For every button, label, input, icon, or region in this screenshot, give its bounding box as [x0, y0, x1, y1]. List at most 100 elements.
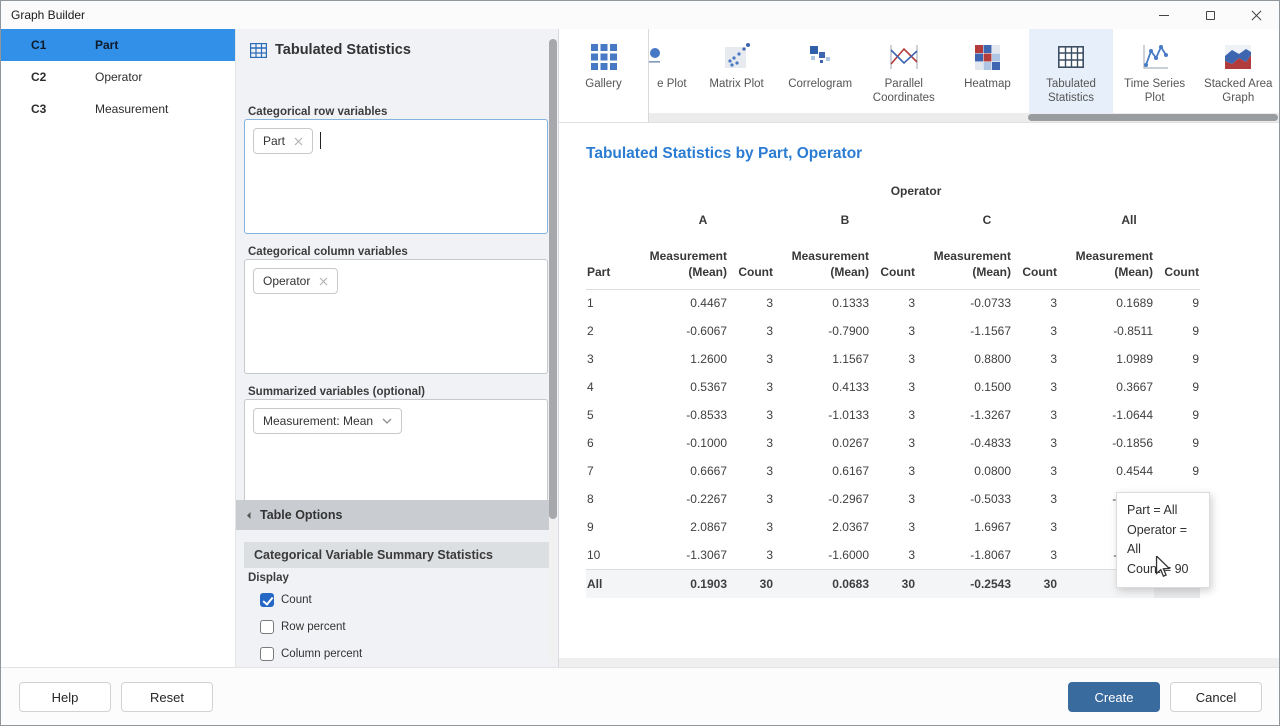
table-cell[interactable]: -1.0644: [1058, 401, 1154, 429]
table-cell[interactable]: -0.5033: [916, 485, 1012, 513]
gallery-item-tabulated-statistics[interactable]: Tabulated Statistics: [1029, 29, 1113, 114]
table-cell[interactable]: 3: [870, 513, 916, 541]
table-cell[interactable]: -1.6000: [774, 541, 870, 569]
row-variables-box[interactable]: Part: [244, 119, 548, 234]
table-cell[interactable]: 3: [1012, 429, 1058, 457]
table-cell[interactable]: 0.0267: [774, 429, 870, 457]
table-cell[interactable]: 3: [728, 373, 774, 401]
gallery-item-heatmap[interactable]: Heatmap: [946, 29, 1030, 114]
column-row-part[interactable]: C1Part: [1, 29, 235, 61]
table-cell[interactable]: 3: [1012, 345, 1058, 373]
summarized-variables-box[interactable]: Measurement: Mean: [244, 399, 548, 514]
row-part-cell[interactable]: 10: [586, 541, 632, 569]
table-cell[interactable]: 3: [728, 401, 774, 429]
gallery-item-matrix-plot[interactable]: Matrix Plot: [695, 29, 779, 114]
chip-measurement-mean[interactable]: Measurement: Mean: [253, 408, 402, 434]
table-cell[interactable]: 3: [870, 289, 916, 317]
table-cell[interactable]: 30: [728, 569, 774, 598]
close-button[interactable]: [1233, 1, 1279, 29]
table-options-header[interactable]: Table Options: [236, 500, 550, 530]
maximize-button[interactable]: [1187, 1, 1233, 29]
table-cell[interactable]: -0.0733: [916, 289, 1012, 317]
table-cell[interactable]: 3: [728, 457, 774, 485]
table-cell[interactable]: 3: [1012, 541, 1058, 569]
create-button[interactable]: Create: [1068, 682, 1160, 712]
table-cell[interactable]: 3: [1012, 289, 1058, 317]
table-cell[interactable]: 3: [870, 317, 916, 345]
table-cell[interactable]: 30: [870, 569, 916, 598]
table-cell[interactable]: 2.0367: [774, 513, 870, 541]
checkbox-count[interactable]: Count: [260, 593, 362, 607]
row-part-cell[interactable]: 9: [586, 513, 632, 541]
table-cell[interactable]: -0.2267: [632, 485, 728, 513]
remove-chip-icon[interactable]: [319, 277, 328, 286]
table-cell[interactable]: 0.8800: [916, 345, 1012, 373]
table-cell[interactable]: 3: [870, 373, 916, 401]
table-cell[interactable]: -0.8533: [632, 401, 728, 429]
table-cell[interactable]: 3: [728, 289, 774, 317]
chip-part[interactable]: Part: [253, 128, 313, 154]
table-cell[interactable]: 9: [1154, 317, 1200, 345]
gallery-item-e-plot[interactable]: e Plot: [649, 29, 695, 114]
help-button[interactable]: Help: [19, 682, 111, 712]
gallery-item-correlogram[interactable]: Correlogram: [778, 29, 862, 114]
table-cell[interactable]: 0.0800: [916, 457, 1012, 485]
table-cell[interactable]: 0.6167: [774, 457, 870, 485]
table-cell[interactable]: 9: [1154, 373, 1200, 401]
row-part-cell[interactable]: 6: [586, 429, 632, 457]
table-cell[interactable]: -0.6067: [632, 317, 728, 345]
table-cell[interactable]: -0.2543: [916, 569, 1012, 598]
checkbox-column-percent[interactable]: Column percent: [260, 647, 362, 661]
table-cell[interactable]: -0.2967: [774, 485, 870, 513]
gallery-button[interactable]: Gallery: [559, 29, 649, 122]
table-cell[interactable]: -1.3267: [916, 401, 1012, 429]
table-cell[interactable]: -1.0133: [774, 401, 870, 429]
row-part-cell[interactable]: 7: [586, 457, 632, 485]
table-cell[interactable]: -0.1856: [1058, 429, 1154, 457]
panel-vertical-scrollbar[interactable]: [549, 39, 557, 663]
table-cell[interactable]: 1.1567: [774, 345, 870, 373]
table-cell[interactable]: -1.3067: [632, 541, 728, 569]
gallery-horizontal-scrollbar[interactable]: [649, 113, 1280, 122]
table-cell[interactable]: 3: [728, 317, 774, 345]
table-cell[interactable]: 1.2600: [632, 345, 728, 373]
column-variables-box[interactable]: Operator: [244, 259, 548, 374]
table-cell[interactable]: 30: [1012, 569, 1058, 598]
chip-operator[interactable]: Operator: [253, 268, 338, 294]
table-cell[interactable]: 9: [1154, 401, 1200, 429]
table-cell[interactable]: 0.4133: [774, 373, 870, 401]
table-cell[interactable]: 0.5367: [632, 373, 728, 401]
table-cell[interactable]: 3: [1012, 485, 1058, 513]
checkbox-row-percent[interactable]: Row percent: [260, 620, 362, 634]
table-cell[interactable]: 3: [1012, 317, 1058, 345]
table-cell[interactable]: 3: [1012, 373, 1058, 401]
remove-chip-icon[interactable]: [294, 137, 303, 146]
column-row-operator[interactable]: C2Operator: [1, 61, 235, 93]
table-cell[interactable]: -0.1000: [632, 429, 728, 457]
table-cell[interactable]: 1.6967: [916, 513, 1012, 541]
table-cell[interactable]: 3: [870, 541, 916, 569]
table-cell[interactable]: 0.1689: [1058, 289, 1154, 317]
table-cell[interactable]: 3: [870, 457, 916, 485]
table-cell[interactable]: 0.3667: [1058, 373, 1154, 401]
row-part-cell[interactable]: All: [586, 569, 632, 598]
row-part-cell[interactable]: 1: [586, 289, 632, 317]
row-part-cell[interactable]: 5: [586, 401, 632, 429]
table-cell[interactable]: 3: [728, 345, 774, 373]
table-cell[interactable]: 9: [1154, 457, 1200, 485]
table-cell[interactable]: 3: [728, 541, 774, 569]
table-cell[interactable]: 0.4467: [632, 289, 728, 317]
cancel-button[interactable]: Cancel: [1170, 682, 1262, 712]
table-cell[interactable]: 3: [870, 485, 916, 513]
minimize-button[interactable]: [1141, 1, 1187, 29]
gallery-item-parallel-coordinates[interactable]: Parallel Coordinates: [862, 29, 946, 114]
table-cell[interactable]: 0.1500: [916, 373, 1012, 401]
column-row-measurement[interactable]: C3Measurement: [1, 93, 235, 125]
table-cell[interactable]: 0.0683: [774, 569, 870, 598]
table-cell[interactable]: 0.1903: [632, 569, 728, 598]
row-part-cell[interactable]: 8: [586, 485, 632, 513]
table-cell[interactable]: 3: [870, 401, 916, 429]
table-cell[interactable]: 3: [1012, 401, 1058, 429]
table-cell[interactable]: 3: [870, 345, 916, 373]
gallery-scrollbar-thumb[interactable]: [1028, 114, 1278, 121]
